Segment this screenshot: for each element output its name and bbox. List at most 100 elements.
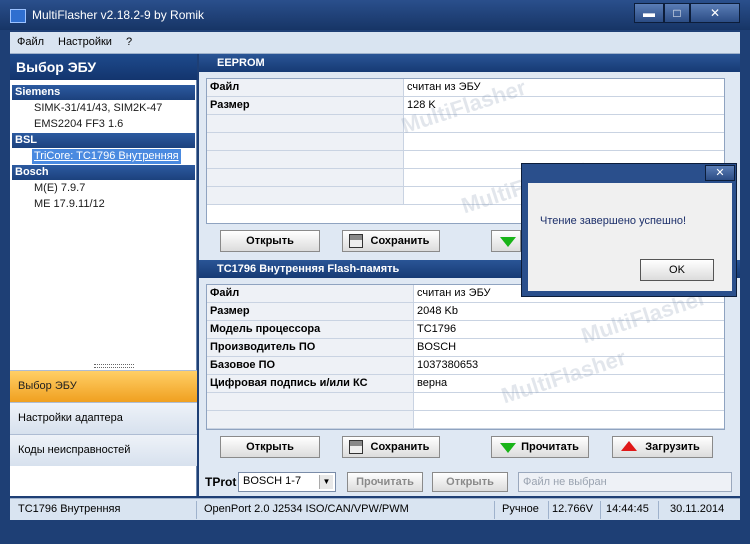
splitter-grip[interactable] <box>94 364 134 368</box>
file-path-field[interactable]: Файл не выбран <box>518 472 732 492</box>
table-row: Производитель ПО BOSCH <box>207 339 724 357</box>
table-row: Размер 2048 Kb <box>207 303 724 321</box>
button-label: Сохранить <box>370 441 430 453</box>
button-label: Сохранить <box>370 235 430 247</box>
arrow-up-icon <box>621 441 637 451</box>
flash-table: Файл считан из ЭБУ Размер 2048 Kb Модель про… <box>206 284 725 430</box>
table-row: Размер 128 K <box>207 97 724 115</box>
status-time: 14:44:45 <box>606 503 649 515</box>
nav-error-codes[interactable]: Коды неисправностей <box>10 434 197 466</box>
nav-select-ecu[interactable]: Выбор ЭБУ <box>10 370 197 402</box>
menu-file[interactable]: Файл <box>17 36 44 48</box>
row-key: Производитель ПО <box>207 339 414 356</box>
protocol-select-value: BOSCH 1-7 <box>243 475 302 487</box>
tree-item[interactable]: M(E) 7.9.7 <box>32 181 87 196</box>
row-key <box>207 169 404 186</box>
table-row <box>207 133 724 151</box>
menu-bar: Файл Настройки ? <box>10 32 740 54</box>
row-value: 1037380653 <box>417 359 479 371</box>
button-label: Открыть <box>246 235 294 247</box>
table-row: Файл считан из ЭБУ <box>207 79 724 97</box>
row-value: 128 K <box>407 99 436 111</box>
row-key <box>207 187 404 204</box>
tprot-label: TProt <box>205 475 237 489</box>
menu-help[interactable]: ? <box>126 36 132 48</box>
flash-read-button[interactable]: Прочитать <box>491 436 589 458</box>
tree-item-selected[interactable]: TriCore: TC1796 Внутренняя <box>32 149 181 164</box>
row-value: считан из ЭБУ <box>417 287 491 299</box>
button-label: Загрузить <box>645 441 700 453</box>
row-key: Цифровая подпись и/или КС <box>207 375 414 392</box>
row-key: Модель процессора <box>207 321 414 338</box>
row-key <box>207 115 404 132</box>
nav-adapter-settings[interactable]: Настройки адаптера <box>10 402 197 434</box>
eeprom-save-button[interactable]: Сохранить <box>342 230 440 252</box>
table-row <box>207 115 724 133</box>
save-icon <box>349 234 363 248</box>
minimize-button[interactable]: ▬ <box>634 3 664 23</box>
row-value: 2048 Kb <box>417 305 458 317</box>
app-window: MultiFlasher v2.18.2-9 by Romik ▬ □ ✕ Фа… <box>0 0 750 544</box>
maximize-button[interactable]: □ <box>664 3 690 23</box>
flash-save-button[interactable]: Сохранить <box>342 436 440 458</box>
button-label: Прочитать <box>521 441 579 453</box>
row-value <box>404 187 410 204</box>
row-value: BOSCH <box>417 341 457 353</box>
row-key <box>207 151 404 168</box>
row-value: TC1796 <box>417 323 457 335</box>
row-value: считан из ЭБУ <box>407 81 481 93</box>
eeprom-open-button[interactable]: Открыть <box>220 230 320 252</box>
save-icon <box>349 440 363 454</box>
row-value: верна <box>417 377 448 389</box>
chevron-down-icon: ▼ <box>319 475 333 489</box>
window-title: MultiFlasher v2.18.2-9 by Romik <box>32 8 205 22</box>
message-dialog: ✕ Чтение завершено успешно! OK <box>521 163 737 297</box>
close-button[interactable]: ✕ <box>690 3 740 23</box>
flash-open-button[interactable]: Открыть <box>220 436 320 458</box>
row-value <box>404 169 410 186</box>
tree-group-siemens[interactable]: Siemens <box>12 85 195 100</box>
table-row: Цифровая подпись и/или КС верна <box>207 375 724 393</box>
status-ecu: TC1796 Внутренняя <box>18 503 121 515</box>
arrow-down-icon <box>500 237 516 247</box>
tprot-read-button[interactable]: Прочитать <box>347 472 423 492</box>
eeprom-read-button[interactable] <box>491 230 521 252</box>
table-row: Базовое ПО 1037380653 <box>207 357 724 375</box>
status-mode: Ручное <box>502 503 539 515</box>
flash-write-button[interactable]: Загрузить <box>612 436 713 458</box>
dialog-close-button[interactable]: ✕ <box>705 165 735 181</box>
tree-group-bsl[interactable]: BSL <box>12 133 195 148</box>
row-key <box>207 411 414 428</box>
dialog-body: Чтение завершено успешно! OK <box>528 183 732 291</box>
status-adapter: OpenPort 2.0 J2534 ISO/CAN/VPW/PWM <box>204 503 409 515</box>
sidebar-header: Выбор ЭБУ <box>10 54 197 80</box>
row-value <box>414 393 420 410</box>
tree-item[interactable]: ME 17.9.11/12 <box>32 197 107 212</box>
title-bar[interactable]: MultiFlasher v2.18.2-9 by Romik ▬ □ ✕ <box>0 0 750 30</box>
row-value <box>404 133 410 150</box>
menu-settings[interactable]: Настройки <box>58 36 112 48</box>
table-row <box>207 393 724 411</box>
eeprom-header: EEPROM <box>199 54 740 72</box>
row-value <box>404 151 410 168</box>
arrow-down-icon <box>500 443 516 453</box>
tprot-open-button[interactable]: Открыть <box>432 472 508 492</box>
status-voltage: 12.766V <box>552 503 593 515</box>
ecu-sidebar: Выбор ЭБУ Siemens SIMK-31/41/43, SIM2K-4… <box>10 54 197 496</box>
protocol-bar: TProt BOSCH 1-7 ▼ Прочитать Открыть Файл… <box>199 468 740 496</box>
status-date: 30.11.2014 <box>670 503 725 515</box>
row-key: Файл <box>207 79 404 96</box>
row-key <box>207 393 414 410</box>
status-bar: TC1796 Внутренняя OpenPort 2.0 J2534 ISO… <box>10 498 740 520</box>
tree-item[interactable]: EMS2204 FF3 1.6 <box>32 117 125 132</box>
button-label: Открыть <box>246 441 294 453</box>
dialog-message: Чтение завершено успешно! <box>540 215 687 227</box>
dialog-ok-button[interactable]: OK <box>640 259 714 281</box>
row-value <box>404 115 410 132</box>
tree-item[interactable]: SIMK-31/41/43, SIM2K-47 <box>32 101 164 116</box>
tree-group-bosch[interactable]: Bosch <box>12 165 195 180</box>
table-row: Модель процессора TC1796 <box>207 321 724 339</box>
app-icon <box>10 9 26 23</box>
row-key: Базовое ПО <box>207 357 414 374</box>
protocol-select[interactable]: BOSCH 1-7 ▼ <box>238 472 336 492</box>
